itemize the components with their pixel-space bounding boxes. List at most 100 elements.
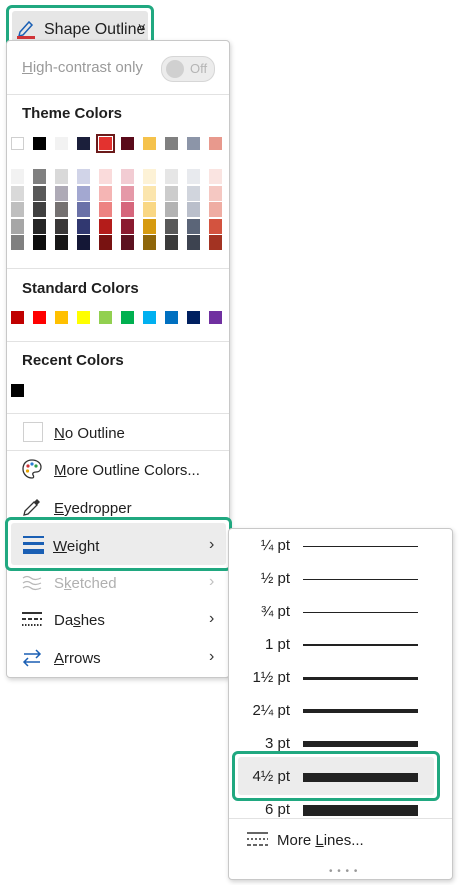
theme-shade-swatch[interactable]: [77, 202, 90, 217]
arrows-item[interactable]: Arrows ›: [9, 642, 227, 676]
theme-shade-swatch[interactable]: [165, 235, 178, 250]
standard-color-swatch[interactable]: [11, 311, 24, 324]
theme-shade-swatch[interactable]: [121, 218, 134, 234]
theme-shade-swatch[interactable]: [187, 218, 200, 234]
weight-option-label: ¾ pt: [260, 603, 290, 620]
theme-shade-swatch[interactable]: [209, 169, 222, 184]
theme-shade-swatch[interactable]: [55, 185, 68, 201]
standard-color-swatch[interactable]: [55, 311, 68, 324]
standard-color-swatch[interactable]: [209, 311, 222, 324]
no-outline-label: No Outline: [54, 425, 125, 442]
theme-shade-swatch[interactable]: [209, 202, 222, 217]
weight-option-label: ½ pt: [260, 570, 290, 587]
theme-color-swatch[interactable]: [11, 137, 24, 150]
weight-option-line[interactable]: [303, 773, 418, 782]
theme-shade-swatch[interactable]: [121, 185, 134, 201]
theme-shade-swatch[interactable]: [11, 202, 24, 217]
theme-shade-swatch[interactable]: [143, 185, 156, 201]
theme-color-swatch[interactable]: [121, 137, 134, 150]
theme-shade-swatch[interactable]: [11, 235, 24, 250]
standard-color-swatch[interactable]: [77, 311, 90, 324]
no-outline-item[interactable]: No Outline: [9, 417, 227, 451]
theme-shade-swatch[interactable]: [55, 218, 68, 234]
weight-option-line[interactable]: [303, 546, 418, 547]
theme-shade-swatch[interactable]: [99, 185, 112, 201]
chevron-right-icon: ›: [209, 573, 215, 590]
theme-color-swatch[interactable]: [187, 137, 200, 150]
theme-shade-swatch[interactable]: [165, 185, 178, 201]
theme-shade-swatch[interactable]: [165, 169, 178, 184]
theme-color-swatch[interactable]: [209, 137, 222, 150]
theme-shade-swatch[interactable]: [77, 185, 90, 201]
theme-shade-swatch[interactable]: [187, 169, 200, 184]
theme-shade-swatch[interactable]: [77, 218, 90, 234]
weight-option-line[interactable]: [303, 579, 418, 580]
dashes-item[interactable]: Dashes ›: [9, 604, 227, 638]
theme-shade-swatch[interactable]: [165, 202, 178, 217]
theme-shade-swatch[interactable]: [187, 235, 200, 250]
theme-shade-swatch[interactable]: [99, 202, 112, 217]
theme-shade-swatch[interactable]: [165, 218, 178, 234]
chevron-right-icon: ›: [209, 648, 215, 665]
theme-shade-swatch[interactable]: [121, 235, 134, 250]
weight-option-label: 6 pt: [264, 801, 290, 818]
more-lines-item[interactable]: More Lines...: [229, 822, 452, 858]
recent-color-swatch[interactable]: [11, 384, 24, 397]
theme-color-swatch[interactable]: [55, 137, 68, 150]
theme-shade-swatch[interactable]: [187, 202, 200, 217]
more-lines-icon: [247, 832, 268, 846]
theme-shade-swatch[interactable]: [187, 185, 200, 201]
theme-shade-swatch[interactable]: [77, 169, 90, 184]
theme-shade-swatch[interactable]: [143, 202, 156, 217]
theme-shade-swatch[interactable]: [11, 169, 24, 184]
theme-shade-swatch[interactable]: [33, 235, 46, 250]
weight-option-line[interactable]: [303, 709, 418, 713]
line-weight-icon: [23, 536, 44, 554]
standard-color-swatch[interactable]: [187, 311, 200, 324]
standard-color-swatch[interactable]: [33, 311, 46, 324]
theme-color-swatch[interactable]: [33, 137, 46, 150]
weight-option-label: 1 pt: [264, 636, 290, 653]
weight-item[interactable]: Weight ›: [5, 517, 232, 571]
theme-shade-swatch[interactable]: [143, 169, 156, 184]
resize-grip-icon[interactable]: • • • •: [329, 866, 358, 877]
weight-option-line[interactable]: [303, 741, 418, 747]
theme-shade-swatch[interactable]: [77, 235, 90, 250]
theme-shade-swatch[interactable]: [99, 169, 112, 184]
theme-shade-swatch[interactable]: [209, 235, 222, 250]
high-contrast-toggle[interactable]: Off: [161, 56, 215, 82]
theme-shade-swatch[interactable]: [11, 185, 24, 201]
theme-shade-swatch[interactable]: [55, 235, 68, 250]
theme-shade-swatch[interactable]: [143, 218, 156, 234]
theme-shade-swatch[interactable]: [209, 218, 222, 234]
theme-shade-swatch[interactable]: [99, 218, 112, 234]
theme-shade-swatch[interactable]: [33, 185, 46, 201]
theme-shade-swatch[interactable]: [33, 218, 46, 234]
theme-shade-swatch[interactable]: [11, 218, 24, 234]
theme-color-swatch[interactable]: [143, 137, 156, 150]
weight-option-label: 2¼ pt: [252, 702, 290, 719]
weight-option-line[interactable]: [303, 612, 418, 613]
theme-shade-swatch[interactable]: [99, 235, 112, 250]
theme-shade-swatch[interactable]: [33, 202, 46, 217]
palette-icon: [22, 459, 42, 479]
weight-option-line[interactable]: [303, 677, 418, 680]
theme-color-swatch[interactable]: [77, 137, 90, 150]
theme-shade-swatch[interactable]: [55, 202, 68, 217]
theme-shade-swatch[interactable]: [121, 169, 134, 184]
standard-color-swatch[interactable]: [99, 311, 112, 324]
theme-shade-swatch[interactable]: [209, 185, 222, 201]
theme-shade-swatch[interactable]: [121, 202, 134, 217]
weight-option-line[interactable]: [303, 644, 418, 646]
standard-color-swatch[interactable]: [121, 311, 134, 324]
more-outline-colors-item[interactable]: More Outline Colors...: [9, 454, 227, 488]
theme-shade-swatch[interactable]: [33, 169, 46, 184]
standard-color-swatch[interactable]: [143, 311, 156, 324]
theme-color-swatch[interactable]: [165, 137, 178, 150]
standard-color-swatch[interactable]: [165, 311, 178, 324]
pen-outline-icon: [17, 20, 35, 39]
weight-option-line[interactable]: [303, 805, 418, 816]
theme-color-swatch[interactable]: [96, 134, 115, 153]
theme-shade-swatch[interactable]: [143, 235, 156, 250]
theme-shade-swatch[interactable]: [55, 169, 68, 184]
